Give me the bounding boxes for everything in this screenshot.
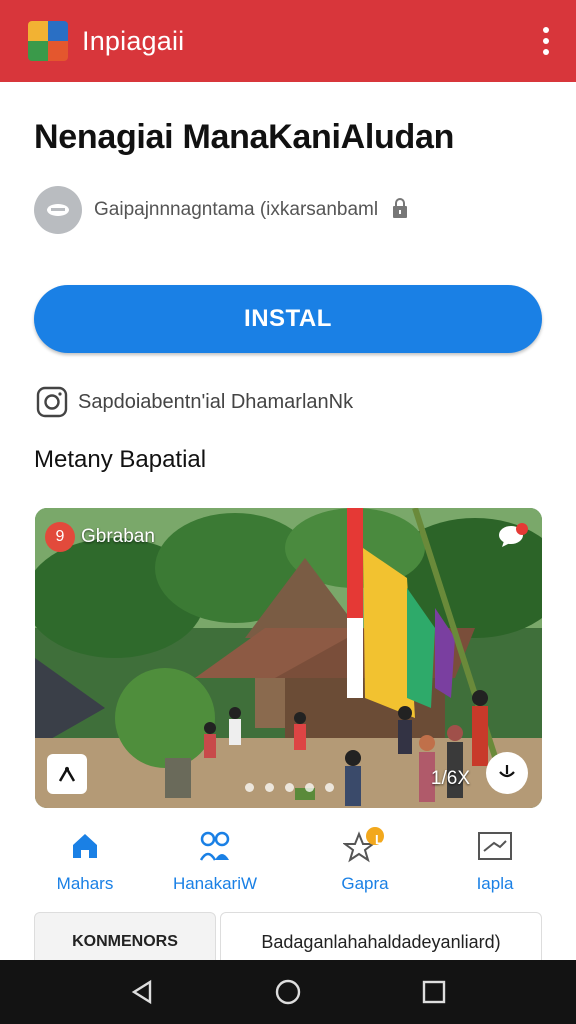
category-nav: Mahars HanakariW L Gapra Iapla xyxy=(35,826,542,898)
people-icon xyxy=(199,831,230,861)
nav-label-home: Mahars xyxy=(56,874,114,893)
install-button[interactable]: INSTAL xyxy=(34,285,542,353)
carousel-dot[interactable] xyxy=(265,783,274,792)
media-badge-label: Gbraban xyxy=(81,526,155,547)
instagram-row[interactable]: Sapdoiabentn'ial DhamarlanNk xyxy=(36,386,353,418)
app-logo-icon[interactable] xyxy=(28,21,68,61)
recents-icon[interactable] xyxy=(420,978,448,1006)
nav-item-home[interactable]: Mahars xyxy=(30,826,140,894)
nav-item-people[interactable]: HanakariW xyxy=(160,826,270,894)
developer-avatar-icon xyxy=(34,186,82,234)
home-icon xyxy=(73,834,97,858)
section-title: Metany Bapatial xyxy=(34,446,207,473)
developer-name[interactable]: Gaipajnnnagntama (ixkarsanbaml xyxy=(94,199,378,221)
developer-row[interactable]: Gaipajnnnagntama (ixkarsanbaml xyxy=(34,186,410,234)
carousel-dot[interactable] xyxy=(285,783,294,792)
app-bar-title: Inpiagaii xyxy=(82,25,185,56)
carousel-dot[interactable] xyxy=(245,783,254,792)
app-bar: Inpiagaii xyxy=(0,0,576,82)
share-icon xyxy=(58,766,76,782)
nav-label-folder: Iapla xyxy=(476,874,514,893)
nav-item-rewards[interactable]: L Gapra xyxy=(310,826,420,894)
chat-bubble-icon[interactable] xyxy=(498,522,528,548)
media-carousel[interactable]: 9 Gbraban 1/6X xyxy=(35,508,542,808)
share-button[interactable] xyxy=(47,754,87,794)
media-badge-number: 9 xyxy=(45,522,75,552)
more-vert-icon[interactable] xyxy=(534,21,558,61)
media-counter: 1/6X xyxy=(430,768,470,789)
app-title: Nenagiai ManaKaniAludan xyxy=(34,118,455,156)
carousel-dot[interactable] xyxy=(305,783,314,792)
expand-button[interactable] xyxy=(486,752,528,794)
media-badge: 9 Gbraban xyxy=(45,522,155,552)
system-nav-bar xyxy=(0,960,576,1024)
expand-icon xyxy=(499,765,515,778)
nav-label-rewards: Gapra xyxy=(341,874,389,893)
rewards-badge: L xyxy=(375,832,383,847)
lock-icon xyxy=(390,196,410,225)
carousel-dots[interactable] xyxy=(245,783,334,792)
nav-item-folder[interactable]: Iapla xyxy=(440,826,550,894)
village-photo xyxy=(35,508,542,808)
carousel-dot[interactable] xyxy=(325,783,334,792)
nav-label-people: HanakariW xyxy=(172,874,258,893)
instagram-icon xyxy=(36,386,68,418)
folder-icon xyxy=(478,832,512,860)
back-icon[interactable] xyxy=(128,978,156,1006)
instagram-link[interactable]: Sapdoiabentn'ial DhamarlanNk xyxy=(78,391,353,414)
home-circle-icon[interactable] xyxy=(274,978,302,1006)
